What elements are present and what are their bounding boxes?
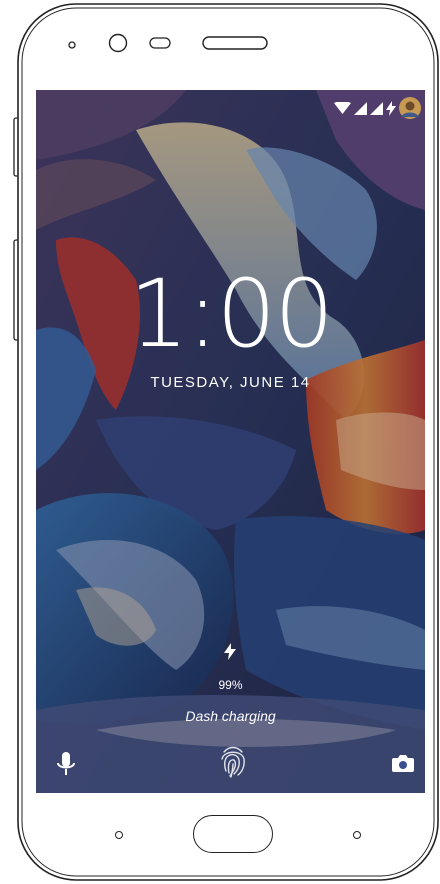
charging-status: Dash charging [185,708,276,724]
mic-icon[interactable] [56,752,76,778]
charging-bolt-icon [386,100,396,116]
clock: 1:00 [128,260,334,369]
status-bar [334,96,421,120]
signal-icon [370,101,383,115]
lock-screen[interactable]: 1:00 TUESDAY, JUNE 14 99% Dash charging [36,90,425,793]
battery-percent: 99% [218,678,243,692]
back-button[interactable] [353,831,361,839]
signal-icon [354,101,367,115]
camera-icon[interactable] [392,754,414,772]
avatar[interactable] [399,97,421,119]
recent-apps-button[interactable] [115,831,123,839]
home-button[interactable] [193,815,273,853]
charging-bolt-icon [224,643,236,660]
date: TUESDAY, JUNE 14 [150,374,311,391]
fingerprint-icon[interactable] [220,744,246,778]
wifi-icon [334,102,351,114]
